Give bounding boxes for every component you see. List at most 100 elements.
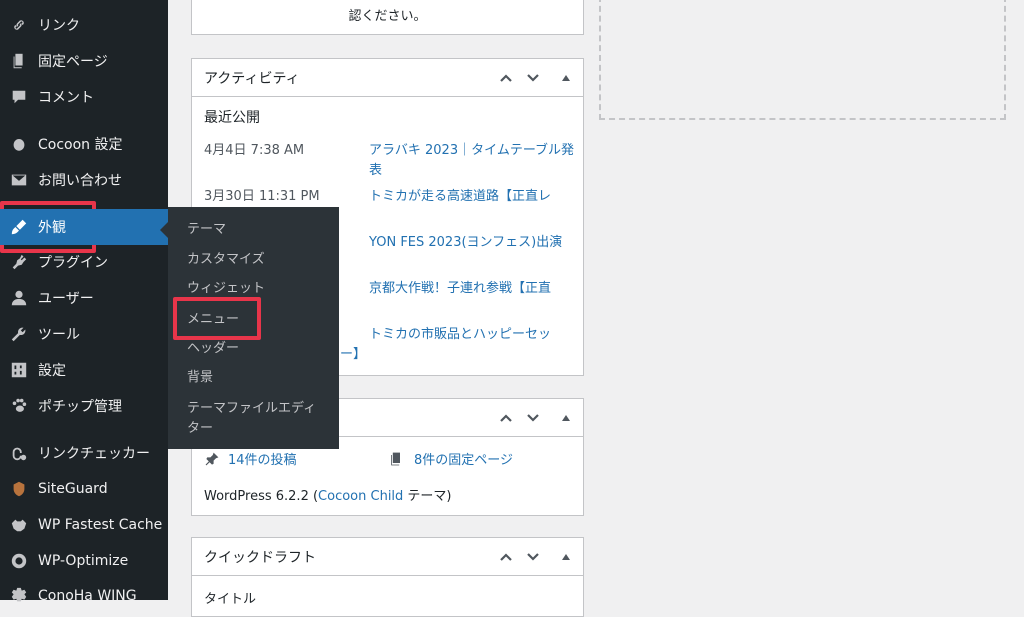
empty-widget-dropzone: [599, 0, 1006, 120]
sidebar-item-siteguard[interactable]: SiteGuard: [0, 471, 168, 507]
chevron-down-icon: [527, 553, 539, 561]
sidebar-item-links[interactable]: リンク: [0, 7, 168, 43]
sidebar-item-label: コメント: [38, 90, 94, 106]
sidebar-item-label: WP Fastest Cache: [38, 517, 163, 533]
submenu-item-header[interactable]: ヘッダー: [187, 340, 332, 358]
page-icon: [8, 50, 30, 72]
activity-title: アクティビティ: [204, 70, 300, 87]
sidebar-item-label: 固定ページ: [38, 54, 108, 70]
theme-link[interactable]: Cocoon Child: [318, 489, 403, 504]
admin-sidebar: リンク 固定ページ コメント Cocoon 設定 お問い合わせ 外観 プラグイン…: [0, 0, 168, 604]
chevron-down-icon: [527, 74, 539, 82]
sidebar-item-label: プラグイン: [38, 255, 108, 271]
sidebar-item-settings[interactable]: 設定: [0, 352, 168, 388]
gear-icon: [8, 585, 30, 607]
sidebar-item-pages[interactable]: 固定ページ: [0, 43, 168, 79]
sidebar-item-label: Cocoon 設定: [38, 137, 123, 153]
pages-count-label: 8件の固定ページ: [414, 453, 514, 468]
user-icon: [8, 287, 30, 309]
link-checker-icon: [8, 442, 30, 464]
submenu-item-background[interactable]: 背景: [187, 369, 332, 387]
posts-count-link[interactable]: 14件の投稿: [204, 449, 297, 468]
paw-icon: [8, 395, 30, 417]
activity-post-link[interactable]: トミカの市販品とハッピーセッ: [369, 325, 579, 345]
wp-version-suffix: テーマ): [403, 489, 452, 504]
sidebar-item-label: お問い合わせ: [38, 173, 122, 189]
activity-post-link[interactable]: 京都大作戦！子連れ参戦【正直: [369, 279, 579, 299]
sidebar-item-cocoon-settings[interactable]: Cocoon 設定: [0, 126, 168, 162]
toggle-panel-button[interactable]: [556, 408, 576, 428]
sidebar-item-link-checker[interactable]: リンクチェッカー: [0, 435, 168, 471]
activity-header: アクティビティ: [192, 59, 583, 97]
move-down-button[interactable]: [523, 408, 543, 428]
sidebar-item-appearance[interactable]: 外観: [0, 209, 168, 245]
move-down-button[interactable]: [523, 68, 543, 88]
page-icon: [391, 452, 400, 465]
sidebar-item-label: ツール: [38, 327, 80, 343]
circle-icon: [8, 133, 30, 155]
mail-icon: [8, 169, 30, 191]
quick-draft-title: クイックドラフト: [204, 549, 316, 566]
activity-section-title: 最近公開: [204, 110, 260, 126]
sidebar-item-label: 外観: [38, 220, 66, 236]
comment-icon: [8, 86, 30, 108]
sidebar-item-label: リンク: [38, 18, 80, 34]
sidebar-item-tools[interactable]: ツール: [0, 316, 168, 352]
sidebar-item-label: ユーザー: [38, 291, 94, 307]
move-up-button[interactable]: [496, 68, 516, 88]
submenu-item-theme-file-editor[interactable]: テーマファイルエディター: [187, 399, 327, 439]
sidebar-item-wp-fastest-cache[interactable]: WP Fastest Cache: [0, 507, 168, 543]
activity-date: 4月4日 7:38 AM: [204, 143, 305, 158]
top-panel: 認ください。: [191, 0, 584, 35]
triangle-up-icon: [562, 75, 570, 81]
activity-post-link[interactable]: トミカが走る高速道路【正直レ: [369, 187, 579, 207]
chevron-up-icon: [500, 553, 512, 561]
sidebar-item-label: リンクチェッカー: [38, 446, 150, 462]
quick-draft-header: クイックドラフト: [192, 538, 583, 576]
pin-icon: [205, 452, 219, 465]
plugin-icon: [8, 251, 30, 273]
sidebar-item-label: ConoHa WING: [38, 588, 137, 604]
chevron-up-icon: [500, 74, 512, 82]
activity-date: 3月30日 11:31 PM: [204, 189, 320, 204]
activity-post-link-tail[interactable]: ー】: [340, 345, 366, 365]
wp-version-prefix: WordPress 6.2.2 (: [204, 489, 319, 504]
wordpress-version-text: WordPress 6.2.2 (Cocoon Child テーマ): [204, 485, 452, 504]
highlight-box-menus: [173, 297, 261, 340]
pages-count-link[interactable]: 8件の固定ページ: [388, 449, 513, 468]
move-down-button[interactable]: [523, 547, 543, 567]
move-up-button[interactable]: [496, 547, 516, 567]
submenu-item-widgets[interactable]: ウィジェット: [187, 280, 332, 298]
activity-post-link[interactable]: YON FES 2023(ヨンフェス)出演: [369, 233, 579, 253]
sidebar-item-pochipp[interactable]: ポチップ管理: [0, 388, 168, 424]
sidebar-item-contact[interactable]: お問い合わせ: [0, 162, 168, 198]
link-icon: [8, 14, 30, 36]
flyout-pointer: [160, 222, 168, 238]
submenu-item-customize[interactable]: カスタマイズ: [187, 251, 332, 269]
chevron-down-icon: [527, 414, 539, 422]
toggle-panel-button[interactable]: [556, 547, 576, 567]
sidebar-item-label: 設定: [38, 363, 66, 379]
paintbrush-icon: [8, 216, 30, 238]
activity-post-link[interactable]: アラバキ 2023｜タイムテーブル発表: [369, 141, 579, 181]
optimize-icon: [8, 550, 30, 572]
triangle-up-icon: [562, 554, 570, 560]
submenu-item-themes[interactable]: テーマ: [187, 221, 332, 239]
move-up-button[interactable]: [496, 408, 516, 428]
cheetah-icon: [8, 514, 30, 536]
sidebar-item-conoha-wing[interactable]: ConoHa WING: [0, 578, 168, 614]
sidebar-item-comments[interactable]: コメント: [0, 79, 168, 115]
draft-title-label: タイトル: [204, 592, 257, 607]
sidebar-item-users[interactable]: ユーザー: [0, 280, 168, 316]
wrench-icon: [8, 323, 30, 345]
posts-count-label: 14件の投稿: [228, 453, 297, 468]
toggle-panel-button[interactable]: [556, 68, 576, 88]
sidebar-item-plugins[interactable]: プラグイン: [0, 244, 168, 280]
sidebar-item-wp-optimize[interactable]: WP-Optimize: [0, 543, 168, 579]
sidebar-item-label: WP-Optimize: [38, 553, 129, 569]
settings-icon: [8, 359, 30, 381]
quick-draft-panel: クイックドラフト タイトル: [191, 537, 584, 617]
sidebar-item-label: SiteGuard: [38, 481, 108, 497]
siteguard-icon: [8, 478, 30, 500]
triangle-up-icon: [562, 415, 570, 421]
